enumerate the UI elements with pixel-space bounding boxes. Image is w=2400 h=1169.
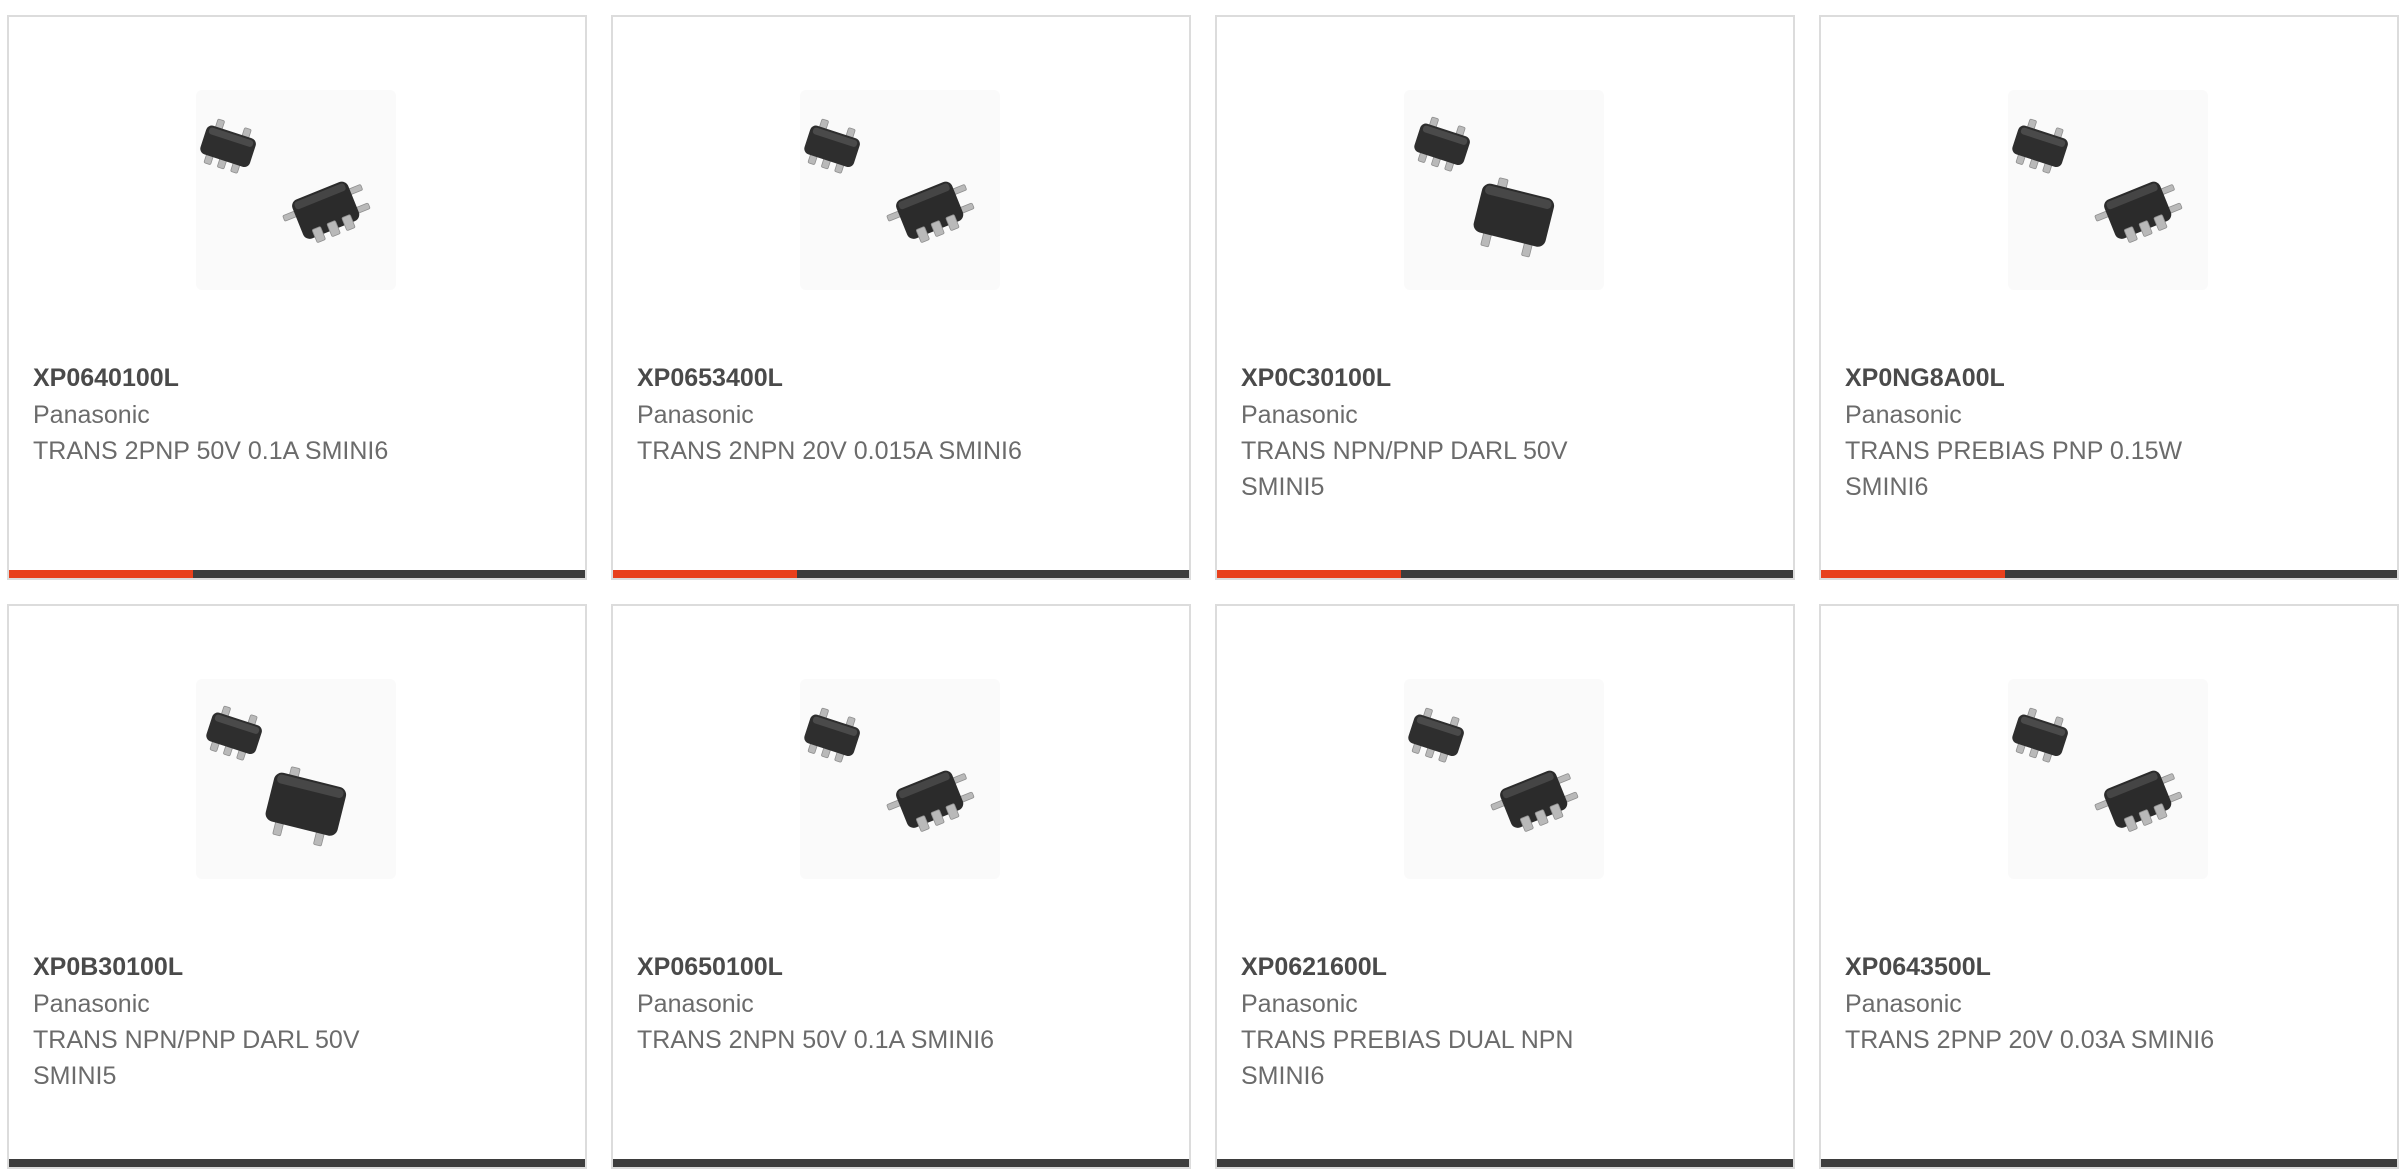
product-info: XP0NG8A00L Panasonic TRANS PREBIAS PNP 0… bbox=[1845, 359, 2255, 505]
package-illustration bbox=[206, 705, 347, 847]
part-number-link[interactable]: XP0C30100L bbox=[1241, 359, 1651, 397]
product-info: XP0643500L Panasonic TRANS 2PNP 20V 0.03… bbox=[1845, 948, 2255, 1058]
product-card[interactable]: XP0650100L Panasonic TRANS 2NPN 50V 0.1A… bbox=[611, 604, 1191, 1169]
package-illustration bbox=[2012, 707, 2183, 832]
product-info: XP0621600L Panasonic TRANS PREBIAS DUAL … bbox=[1241, 948, 1651, 1094]
card-accent-bar bbox=[613, 570, 1189, 578]
package-illustration bbox=[2012, 118, 2183, 243]
manufacturer-name: Panasonic bbox=[33, 990, 150, 1018]
product-info: XP0650100L Panasonic TRANS 2NPN 50V 0.1A… bbox=[637, 948, 1047, 1058]
card-accent-fill bbox=[613, 570, 798, 578]
product-description: TRANS PREBIAS DUAL NPN SMINI6 bbox=[1241, 1026, 1574, 1090]
package-illustration bbox=[1408, 707, 1579, 832]
product-image[interactable] bbox=[196, 90, 396, 290]
product-card[interactable]: XP0621600L Panasonic TRANS PREBIAS DUAL … bbox=[1215, 604, 1795, 1169]
part-number-link[interactable]: XP0650100L bbox=[637, 948, 1047, 986]
card-accent-bar bbox=[1217, 570, 1793, 578]
product-info: XP0B30100L Panasonic TRANS NPN/PNP DARL … bbox=[33, 948, 443, 1094]
part-number-link[interactable]: XP0643500L bbox=[1845, 948, 2255, 986]
product-info: XP0640100L Panasonic TRANS 2PNP 50V 0.1A… bbox=[33, 359, 443, 469]
product-description: TRANS 2PNP 50V 0.1A SMINI6 bbox=[33, 437, 389, 465]
manufacturer-name: Panasonic bbox=[1241, 990, 1358, 1018]
card-accent-bar bbox=[1821, 570, 2397, 578]
manufacturer-name: Panasonic bbox=[637, 401, 754, 429]
card-accent-bar bbox=[9, 1159, 585, 1167]
manufacturer-name: Panasonic bbox=[1241, 401, 1358, 429]
product-image[interactable] bbox=[800, 679, 1000, 879]
card-accent-bar bbox=[1217, 1159, 1793, 1167]
product-description: TRANS PREBIAS PNP 0.15W SMINI6 bbox=[1845, 437, 2183, 501]
product-card[interactable]: XP0653400L Panasonic TRANS 2NPN 20V 0.01… bbox=[611, 15, 1191, 580]
product-info: XP0C30100L Panasonic TRANS NPN/PNP DARL … bbox=[1241, 359, 1651, 505]
card-accent-bar bbox=[613, 1159, 1189, 1167]
manufacturer-name: Panasonic bbox=[33, 401, 150, 429]
part-number-link[interactable]: XP0B30100L bbox=[33, 948, 443, 986]
part-number-link[interactable]: XP0NG8A00L bbox=[1845, 359, 2255, 397]
product-image[interactable] bbox=[2008, 90, 2208, 290]
card-accent-bar bbox=[9, 570, 585, 578]
product-image[interactable] bbox=[1404, 90, 1604, 290]
product-description: TRANS NPN/PNP DARL 50V SMINI5 bbox=[1241, 437, 1568, 501]
product-description: TRANS 2NPN 20V 0.015A SMINI6 bbox=[637, 437, 1022, 465]
card-accent-fill bbox=[1821, 570, 2006, 578]
card-accent-fill bbox=[1217, 570, 1402, 578]
product-card[interactable]: XP0643500L Panasonic TRANS 2PNP 20V 0.03… bbox=[1819, 604, 2399, 1169]
product-card[interactable]: XP0640100L Panasonic TRANS 2PNP 50V 0.1A… bbox=[7, 15, 587, 580]
product-info: XP0653400L Panasonic TRANS 2NPN 20V 0.01… bbox=[637, 359, 1047, 469]
part-number-link[interactable]: XP0621600L bbox=[1241, 948, 1651, 986]
card-accent-fill bbox=[9, 570, 194, 578]
product-card[interactable]: XP0C30100L Panasonic TRANS NPN/PNP DARL … bbox=[1215, 15, 1795, 580]
manufacturer-name: Panasonic bbox=[637, 990, 754, 1018]
product-image[interactable] bbox=[196, 679, 396, 879]
product-card[interactable]: XP0NG8A00L Panasonic TRANS PREBIAS PNP 0… bbox=[1819, 15, 2399, 580]
manufacturer-name: Panasonic bbox=[1845, 401, 1962, 429]
product-image[interactable] bbox=[2008, 679, 2208, 879]
product-description: TRANS 2NPN 50V 0.1A SMINI6 bbox=[637, 1026, 995, 1054]
product-description: TRANS NPN/PNP DARL 50V SMINI5 bbox=[33, 1026, 360, 1090]
part-number-link[interactable]: XP0653400L bbox=[637, 359, 1047, 397]
package-illustration bbox=[804, 118, 975, 243]
product-image[interactable] bbox=[800, 90, 1000, 290]
package-illustration bbox=[200, 118, 371, 243]
package-illustration bbox=[804, 707, 975, 832]
card-accent-bar bbox=[1821, 1159, 2397, 1167]
product-image[interactable] bbox=[1404, 679, 1604, 879]
product-card[interactable]: XP0B30100L Panasonic TRANS NPN/PNP DARL … bbox=[7, 604, 587, 1169]
package-illustration bbox=[1414, 116, 1555, 258]
product-description: TRANS 2PNP 20V 0.03A SMINI6 bbox=[1845, 1026, 2215, 1054]
product-grid: XP0640100L Panasonic TRANS 2PNP 50V 0.1A… bbox=[7, 15, 2399, 1169]
manufacturer-name: Panasonic bbox=[1845, 990, 1962, 1018]
part-number-link[interactable]: XP0640100L bbox=[33, 359, 443, 397]
